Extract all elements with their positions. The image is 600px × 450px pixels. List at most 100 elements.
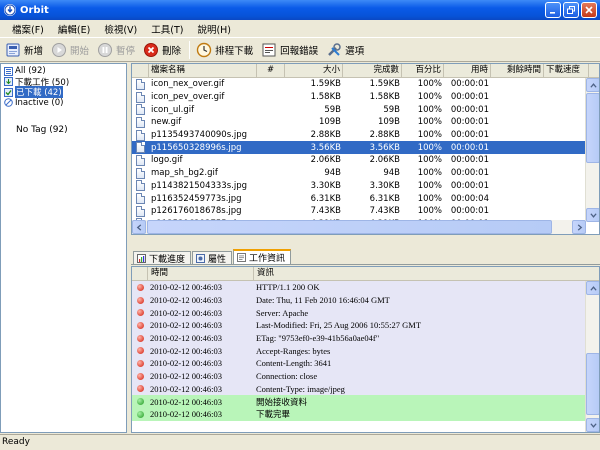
tools-icon	[326, 42, 342, 58]
pause-label: 暫停	[116, 45, 136, 57]
options-button[interactable]: 選項	[323, 40, 369, 60]
table-row[interactable]: p115650328996s.jpg 3.56KB 3.56KB 100% 00:00:…	[132, 141, 599, 155]
delete-button[interactable]: 刪除	[140, 40, 186, 60]
menu-file[interactable]: 檔案(F)	[6, 22, 52, 36]
header-number[interactable]: #	[257, 64, 285, 77]
file-elapsed: 00:00:01	[450, 155, 489, 166]
add-button[interactable]: 新增	[2, 40, 48, 60]
menu-view[interactable]: 檢視(V)	[98, 22, 145, 36]
file-name: p1135493740090s.jpg	[151, 130, 247, 141]
file-size: 109B	[318, 117, 341, 128]
table-row[interactable]: map_sh_bg2.gif 94B 94B 100% 00:00:01	[132, 167, 599, 180]
status-text: Ready	[2, 437, 30, 447]
file-name: new.gif	[151, 117, 182, 128]
panel-splitter[interactable]	[131, 236, 600, 250]
log-row[interactable]: 2010-02-12 00:46:03 開始接收資料	[132, 395, 599, 408]
toolbar-separator	[189, 40, 191, 59]
category-inactive[interactable]: Inactive (0)	[1, 98, 126, 109]
table-row[interactable]: p126176018678s.jpg 7.43KB 7.43KB 100% 00:00:…	[132, 205, 599, 218]
success-icon	[132, 398, 148, 406]
schedule-button[interactable]: 排程下載	[193, 40, 258, 60]
scroll-thumb[interactable]	[586, 93, 599, 163]
log-row[interactable]: 2010-02-12 00:46:03 Connection: close	[132, 369, 599, 383]
header-speed[interactable]: 下載速度	[544, 64, 589, 77]
log-row[interactable]: 2010-02-12 00:46:03 下載完畢	[132, 407, 599, 421]
scroll-thumb[interactable]	[586, 353, 599, 415]
table-row[interactable]: logo.gif 2.06KB 2.06KB 100% 00:00:01	[132, 154, 599, 167]
title-bar[interactable]: Orbit	[0, 0, 600, 20]
header-icon-col[interactable]	[132, 64, 149, 77]
log-vscrollbar[interactable]	[585, 281, 599, 432]
header-filename[interactable]: 檔案名稱	[149, 64, 257, 77]
tab-properties[interactable]: 屬性	[192, 251, 233, 265]
minimize-button[interactable]	[545, 2, 561, 18]
log-time: 2010-02-12 00:46:03	[150, 307, 223, 318]
log-time: 2010-02-12 00:46:03	[150, 409, 223, 420]
log-time: 2010-02-12 00:46:03	[150, 333, 223, 344]
menu-edit[interactable]: 編輯(E)	[52, 22, 98, 36]
file-name: p115650328996s.jpg	[151, 142, 242, 153]
delete-icon	[143, 42, 159, 58]
scroll-up-button[interactable]	[586, 78, 599, 92]
header-elapsed[interactable]: 用時	[444, 64, 491, 77]
file-icon	[132, 180, 149, 192]
tab-progress[interactable]: 下載進度	[133, 251, 192, 265]
hscroll-thumb[interactable]	[147, 220, 552, 234]
file-list-vscrollbar[interactable]	[585, 78, 599, 222]
start-label: 開始	[70, 45, 90, 57]
info-bullet-icon	[132, 296, 148, 304]
log-row[interactable]: 2010-02-12 00:46:03 Content-Type: image/j…	[132, 382, 599, 396]
log-row[interactable]: 2010-02-12 00:46:03 ETag: "9753ef0-e39-41…	[132, 331, 599, 345]
file-completed: 2.06KB	[369, 155, 400, 166]
file-elapsed: 00:00:01	[450, 117, 489, 128]
category-label: All (92)	[15, 66, 46, 77]
start-button[interactable]: 開始	[48, 40, 94, 60]
log-time: 2010-02-12 00:46:03	[150, 282, 223, 293]
table-row[interactable]: p116352459773s.jpg 6.31KB 6.31KB 100% 00:00:…	[132, 192, 599, 205]
file-icon	[132, 142, 149, 154]
info-bullet-icon	[132, 309, 148, 317]
file-size: 59B	[324, 104, 341, 115]
tag-no-tag[interactable]: No Tag (92)	[16, 125, 68, 135]
log-row[interactable]: 2010-02-12 00:46:03 Content-Length: 3641	[132, 357, 599, 370]
log-header-time[interactable]: 時間	[148, 267, 254, 280]
header-percent[interactable]: 百分比	[402, 64, 444, 77]
table-row[interactable]: p1135493740090s.jpg 2.88KB 2.88KB 100% 00:00…	[132, 129, 599, 142]
scroll-up-button[interactable]	[586, 281, 599, 295]
log-row[interactable]: 2010-02-12 00:46:03 HTTP/1.1 200 OK	[132, 281, 599, 294]
file-list-hscrollbar[interactable]	[132, 220, 586, 234]
log-body: 2010-02-12 00:46:03 HTTP/1.1 200 OK 2010-0…	[132, 281, 599, 421]
log-header-icon-col[interactable]	[132, 267, 148, 280]
menu-help[interactable]: 說明(H)	[191, 22, 239, 36]
restore-button[interactable]	[563, 2, 579, 18]
log-row[interactable]: 2010-02-12 00:46:03 Date: Thu, 11 Feb 201…	[132, 293, 599, 307]
header-completed[interactable]: 完成數	[343, 64, 402, 77]
table-row[interactable]: icon_ul.gif 59B 59B 100% 00:00:01	[132, 103, 599, 116]
scroll-down-button[interactable]	[586, 418, 599, 432]
table-row[interactable]: icon_pev_over.gif 1.58KB 1.58KB 100% 00:00:0…	[132, 91, 599, 104]
clock-icon	[196, 42, 212, 58]
log-header-info[interactable]: 資訊	[254, 267, 586, 280]
file-size: 1.58KB	[310, 92, 341, 103]
scroll-down-button[interactable]	[586, 208, 599, 222]
log-row[interactable]: 2010-02-12 00:46:03 Last-Modified: Fri, 2…	[132, 319, 599, 332]
table-row[interactable]: new.gif 109B 109B 100% 00:00:01	[132, 116, 599, 129]
header-remaining[interactable]: 剩餘時間	[491, 64, 544, 77]
pause-button[interactable]: 暫停	[94, 40, 140, 60]
file-icon	[132, 78, 149, 90]
scroll-left-button[interactable]	[132, 220, 146, 234]
file-elapsed: 00:00:01	[450, 104, 489, 115]
close-button[interactable]	[581, 2, 597, 18]
file-name: logo.gif	[151, 155, 183, 166]
job-info-log: 時間 資訊 2010-02-12 00:46:03 HTTP/1.1 200 OK…	[131, 266, 600, 433]
table-row[interactable]: icon_nex_over.gif 1.59KB 1.59KB 100% 00:00:0…	[132, 78, 599, 91]
menu-tools[interactable]: 工具(T)	[145, 22, 191, 36]
table-row[interactable]: p1143821504333s.jpg 3.30KB 3.30KB 100% 00:00…	[132, 180, 599, 193]
category-downloaded[interactable]: 已下載 (42)	[1, 86, 126, 99]
scroll-right-button[interactable]	[572, 220, 586, 234]
report-error-button[interactable]: 回報錯誤	[258, 40, 323, 60]
log-row[interactable]: 2010-02-12 00:46:03 Server: Apache	[132, 306, 599, 320]
header-size[interactable]: 大小	[285, 64, 343, 77]
tab-job-info[interactable]: 工作資訊	[233, 249, 292, 264]
log-row[interactable]: 2010-02-12 00:46:03 Accept-Ranges: bytes	[132, 344, 599, 358]
